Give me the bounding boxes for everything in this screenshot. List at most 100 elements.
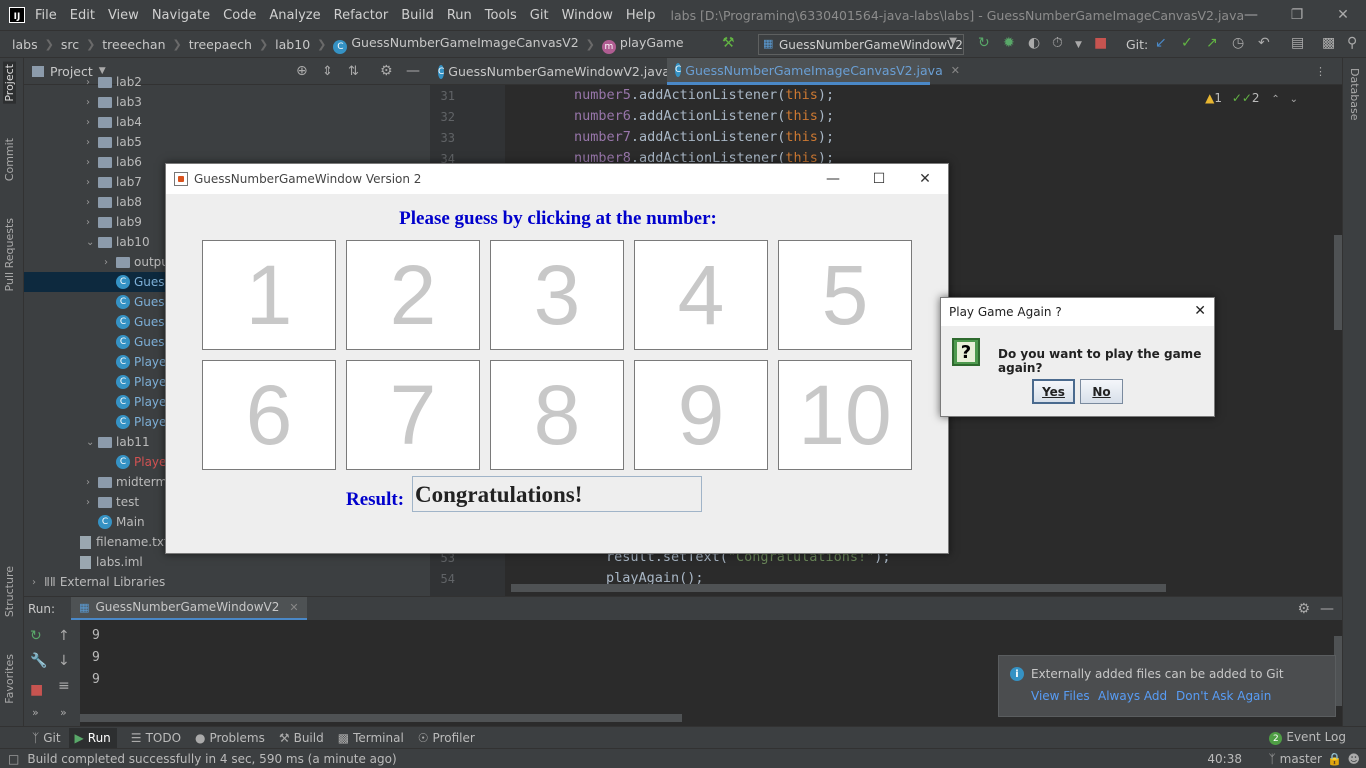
event-log-button[interactable]: 2 Event Log [1269,730,1346,746]
arrow-up-icon[interactable]: ↑ [58,628,70,644]
number-button-2[interactable]: 2 [346,240,480,350]
chevron-right-icon[interactable]: › [86,137,98,148]
number-button-10[interactable]: 10 [778,360,912,470]
tab-canvas-file[interactable]: C GuessNumberGameImageCanvasV2.java ✕ [667,58,960,85]
number-button-6[interactable]: 6 [202,360,336,470]
number-button-8[interactable]: 8 [490,360,624,470]
menu-run[interactable]: Run [447,8,472,23]
number-button-3[interactable]: 3 [490,240,624,350]
tool-tab-git[interactable]: ᛉ Git [32,731,61,745]
number-button-4[interactable]: 4 [634,240,768,350]
menu-view[interactable]: View [108,8,139,23]
number-button-5[interactable]: 5 [778,240,912,350]
build-hammer-icon[interactable]: ⚒ [722,35,735,51]
layout-icon[interactable]: ▩ [1322,35,1335,51]
tool-tab-build[interactable]: ⚒ Build [279,731,324,745]
number-button-7[interactable]: 7 [346,360,480,470]
minimize-icon[interactable]: — [810,164,856,194]
tool-tab-terminal[interactable]: ▩ Terminal [338,731,404,745]
notifications-icon[interactable]: ☻ [1347,752,1360,766]
chevron-up-icon[interactable]: ⌃ [1271,94,1279,105]
tool-tab-database[interactable]: Database [1348,68,1361,121]
view-files-link[interactable]: View Files [1031,689,1090,703]
tree-item[interactable]: › lab4 [24,112,430,132]
tool-tab-pull-requests[interactable]: Pull Requests [3,218,16,291]
chevron-right-icon[interactable]: › [86,477,98,488]
soft-wrap-icon[interactable]: ≡ [58,678,70,694]
chevron-right-icon[interactable]: › [104,257,116,268]
breadcrumb-treepaech[interactable]: treepaech [189,37,252,52]
stop-icon[interactable]: ■ [1094,35,1107,51]
vertical-scrollbar[interactable] [1334,235,1342,330]
close-icon[interactable]: ✕ [1320,0,1366,30]
tool-tab-favorites[interactable]: Favorites [3,654,16,704]
more-icon[interactable]: » [60,706,67,719]
chevron-right-icon[interactable]: › [86,157,98,168]
chevron-down-icon[interactable]: ⌄ [86,437,98,448]
breadcrumb-lab10[interactable]: lab10 [275,37,310,52]
breadcrumb-class[interactable]: C GuessNumberGameImageCanvasV2 [333,35,579,54]
menu-git[interactable]: Git [530,8,549,23]
status-panel-icon[interactable]: □ [8,752,19,766]
git-commit-icon[interactable]: ✓ [1181,35,1193,51]
menu-analyze[interactable]: Analyze [269,8,320,23]
menu-help[interactable]: Help [626,8,656,23]
inspection-widget[interactable]: ▲1 ✓✓2 ⌃ ⌄ [1205,91,1298,105]
caret-position[interactable]: 40:38 [1207,752,1242,766]
no-button[interactable]: No [1080,379,1123,404]
lock-icon[interactable]: 🔒 [1327,752,1342,766]
number-button-1[interactable]: 1 [202,240,336,350]
chevron-right-icon[interactable]: › [86,97,98,108]
rerun-icon[interactable]: ↻ [30,628,42,644]
close-tab-icon[interactable]: ✕ [289,601,298,614]
rollback-icon[interactable]: ↶ [1258,35,1270,51]
status-message[interactable]: Build completed successfully in 4 sec, 5… [27,752,396,766]
yes-button[interactable]: Yes [1032,379,1075,404]
tree-item[interactable]: › lab2 [24,72,430,92]
coverage-icon[interactable]: ◐ [1028,35,1040,51]
chevron-right-icon[interactable]: › [86,117,98,128]
run-configuration-select[interactable]: ▦ GuessNumberGameWindowV2 ▼ [758,34,964,55]
git-branch-widget[interactable]: ᛉ master [1268,752,1322,766]
menu-navigate[interactable]: Navigate [152,8,210,23]
tool-tab-run[interactable]: ▶ Run [68,727,117,748]
menu-build[interactable]: Build [401,8,434,23]
chevron-right-icon[interactable]: › [32,577,44,588]
git-update-icon[interactable]: ↙ [1155,35,1167,51]
git-push-icon[interactable]: ↗ [1206,35,1218,51]
minimize-icon[interactable]: — [1228,0,1274,30]
tool-tab-profiler[interactable]: ☉ Profiler [418,731,475,745]
chevron-down-icon[interactable]: ⌄ [86,237,98,248]
breadcrumb-labs[interactable]: labs [12,37,38,52]
breadcrumb-treeechan[interactable]: treeechan [102,37,165,52]
tool-tab-problems[interactable]: ● Problems [195,731,265,745]
more-icon[interactable]: » [32,706,39,719]
chevron-right-icon[interactable]: › [86,177,98,188]
menu-file[interactable]: File [35,8,57,23]
project-structure-icon[interactable]: ▤ [1291,35,1304,51]
tree-item[interactable]: › ⅡⅡ External Libraries [24,572,430,592]
tab-window-file[interactable]: C GuessNumberGameWindowV2.java ✕ [430,58,687,85]
menu-refactor[interactable]: Refactor [334,8,389,23]
chevron-right-icon[interactable]: › [86,217,98,228]
run-tab[interactable]: ▦ GuessNumberGameWindowV2 ✕ [71,596,307,621]
tree-item[interactable]: › lab3 [24,92,430,112]
chevron-right-icon[interactable]: › [86,197,98,208]
stop-icon[interactable]: ■ [30,682,43,698]
chevron-right-icon[interactable]: › [86,497,98,508]
debug-icon[interactable]: ✹ [1003,35,1015,51]
tool-tab-todo[interactable]: ☰ TODO [131,731,181,745]
menu-code[interactable]: Code [223,8,256,23]
close-icon[interactable]: ✕ [902,164,948,194]
chevron-right-icon[interactable]: › [86,77,98,88]
chevron-down-icon[interactable]: ⌄ [1290,94,1298,105]
git-history-icon[interactable]: ◷ [1232,35,1244,51]
horizontal-scrollbar[interactable] [511,584,1166,592]
tree-item[interactable]: labs.iml [24,552,430,572]
menu-window[interactable]: Window [562,8,613,23]
tool-tab-structure[interactable]: Structure [3,566,16,617]
more-run-chevron-icon[interactable]: ▼ [1075,40,1082,50]
wrench-icon[interactable]: 🔧 [30,653,47,669]
arrow-down-icon[interactable]: ↓ [58,653,70,669]
breadcrumb-method[interactable]: m playGame [601,35,684,54]
